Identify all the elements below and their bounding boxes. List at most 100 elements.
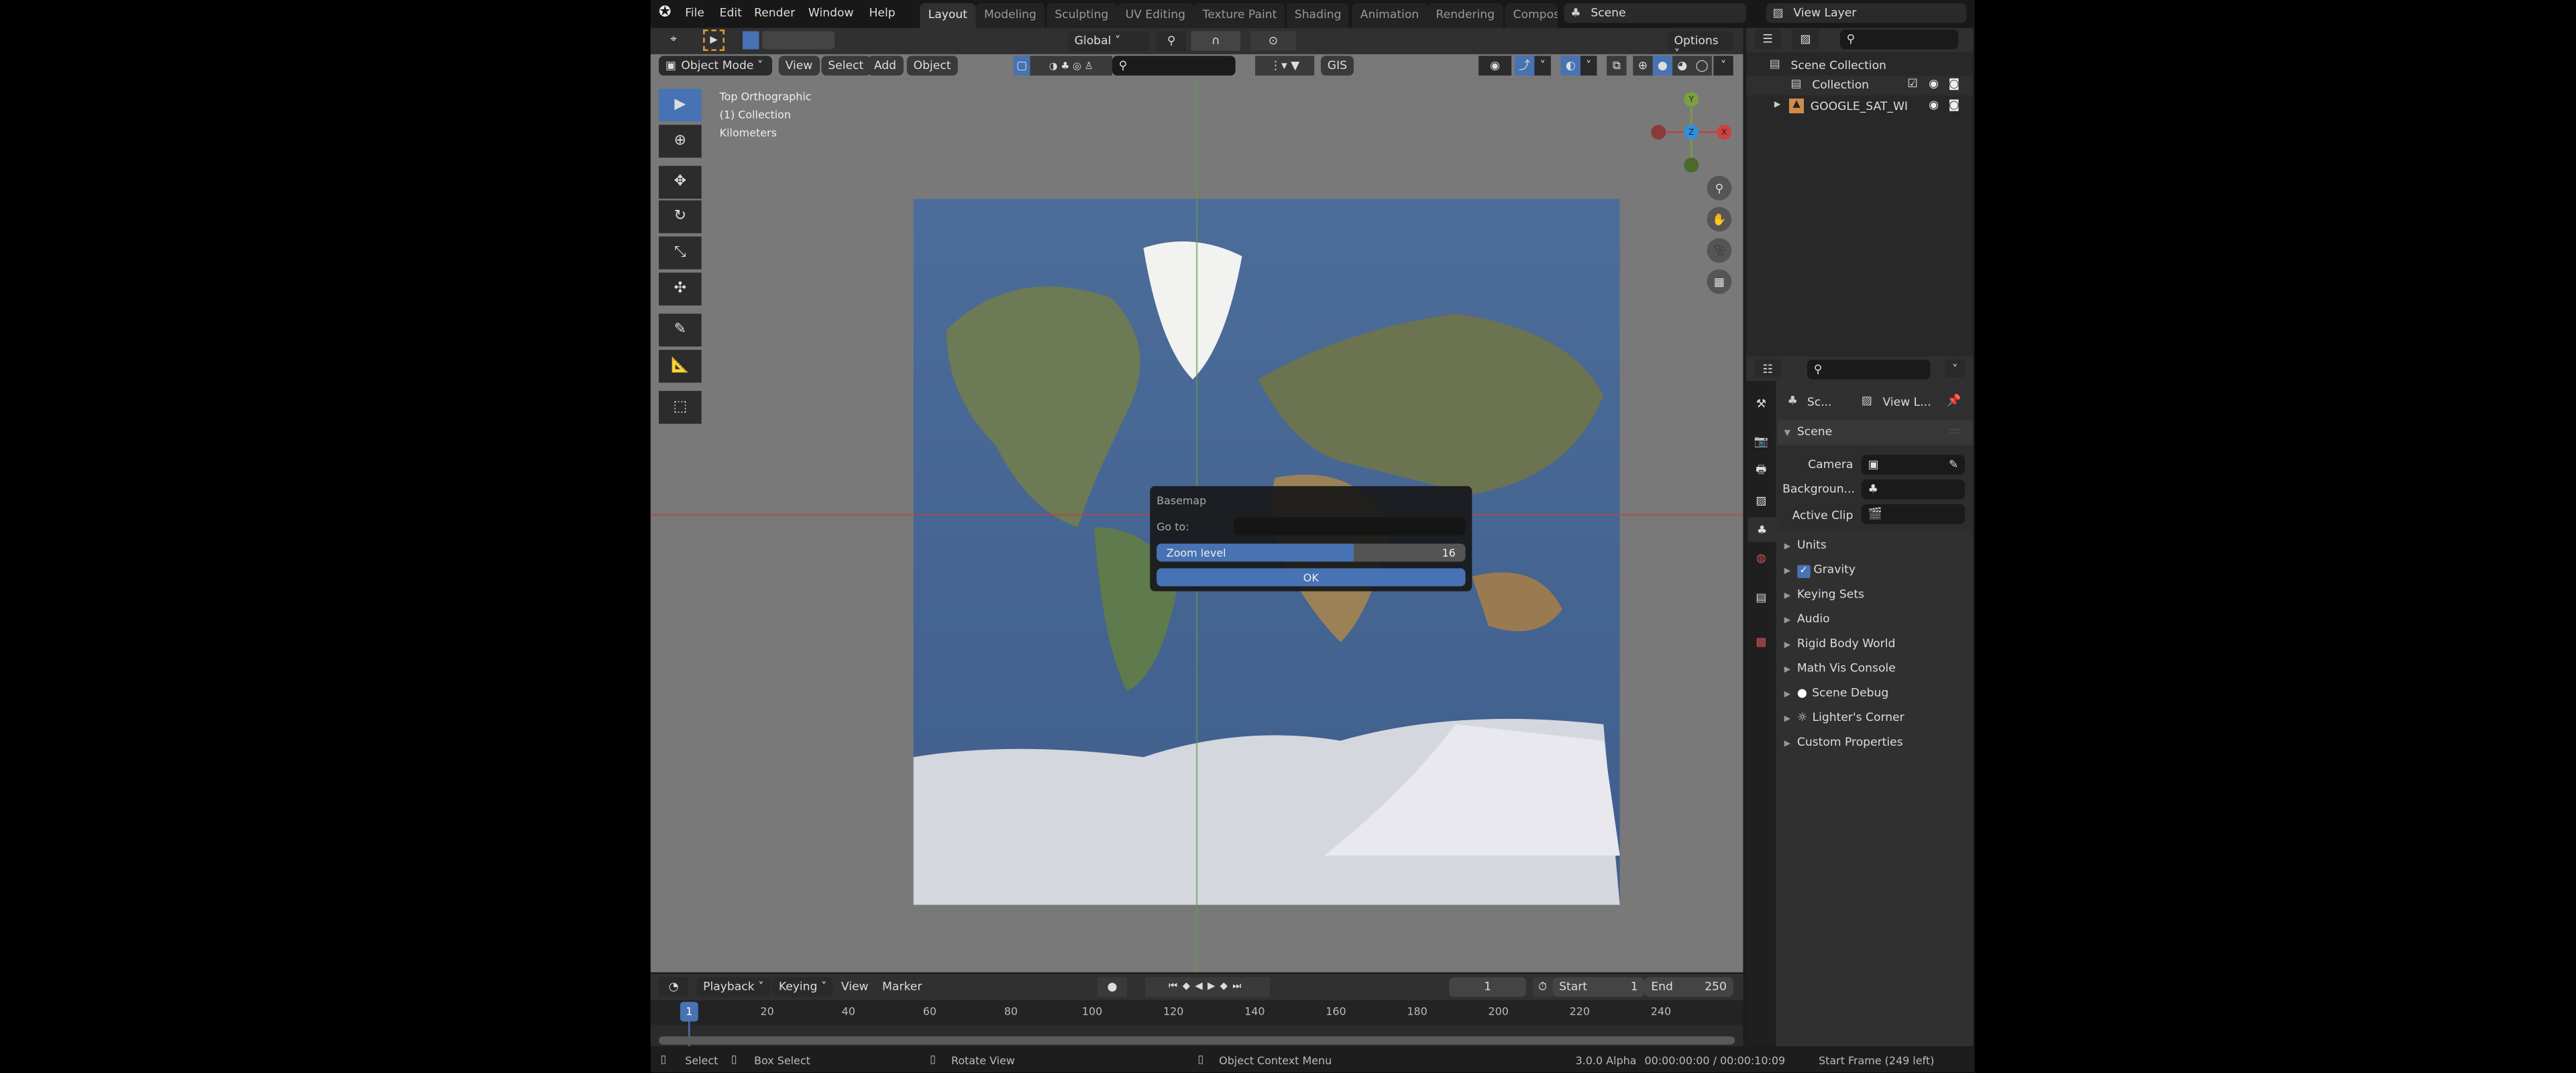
active-clip-field[interactable]: 🎬: [1861, 504, 1966, 524]
viewport-menu-select[interactable]: Select: [821, 56, 871, 76]
eye-icon[interactable]: ◉: [1929, 99, 1939, 112]
pan-view-icon[interactable]: ✋: [1707, 207, 1732, 232]
section-units[interactable]: ▶ Units: [1784, 539, 1827, 552]
section-gravity[interactable]: ▶ ✓ Gravity: [1784, 563, 1856, 579]
proportional-edit-icon[interactable]: ⊙: [1250, 31, 1297, 51]
timeline-menu-marker[interactable]: Marker: [882, 980, 922, 994]
timeline-scrollbar[interactable]: [659, 1036, 1735, 1045]
visibility-selectable-icon[interactable]: ▢: [1014, 56, 1030, 76]
viewport-menu-object[interactable]: Object: [906, 56, 958, 76]
display-mode-icon[interactable]: ▨: [1792, 30, 1819, 50]
annotate-tool[interactable]: ✎: [659, 313, 702, 347]
gizmo-toggle-icon[interactable]: ⤴: [1514, 56, 1535, 76]
playback-menu[interactable]: Playback ˅: [696, 977, 771, 997]
rendered-shading-icon[interactable]: ◯: [1692, 56, 1712, 76]
background-scene-field[interactable]: ♣: [1861, 479, 1966, 500]
mode-dropdown[interactable]: ▣ Object Mode ˅: [659, 56, 773, 76]
eye-icon[interactable]: ◉: [1929, 77, 1939, 91]
overlay-toggle-icon[interactable]: ◐: [1560, 56, 1580, 76]
solid-shading-icon[interactable]: ●: [1652, 56, 1673, 76]
menu-edit[interactable]: Edit: [720, 7, 742, 20]
transform-tool[interactable]: ✣: [659, 272, 702, 306]
outliner-search-input[interactable]: ⚲: [1839, 30, 1959, 50]
tab-uv-editing[interactable]: UV Editing: [1117, 3, 1194, 28]
ok-button[interactable]: OK: [1157, 568, 1466, 587]
keying-menu[interactable]: Keying ˅: [772, 977, 834, 997]
tab-animation[interactable]: Animation: [1352, 3, 1428, 28]
camera-render-icon[interactable]: ◙: [1949, 99, 1960, 112]
zoom-view-icon[interactable]: ⚲: [1707, 176, 1732, 201]
cursor-tool[interactable]: ⊕: [659, 125, 702, 158]
tab-shading[interactable]: Shading: [1286, 3, 1350, 28]
properties-options-icon[interactable]: ˅: [1945, 359, 1966, 378]
view-layer-selector[interactable]: ▨ View Layer: [1766, 3, 1967, 23]
world-tab-icon[interactable]: ◍: [1750, 547, 1772, 570]
move-tool[interactable]: ✥: [659, 166, 702, 199]
tab-rendering[interactable]: Rendering: [1428, 3, 1503, 28]
gis-menu[interactable]: GIS: [1320, 56, 1354, 76]
rotate-tool[interactable]: ↻: [659, 200, 702, 233]
gizmo-neg-x[interactable]: [1651, 125, 1666, 140]
exclude-checkbox-icon[interactable]: ☑: [1907, 77, 1917, 91]
section-rigid-body-world[interactable]: ▶ Rigid Body World: [1784, 637, 1896, 651]
gizmo-neg-y[interactable]: [1684, 158, 1699, 173]
drag-handle-icon[interactable]: ::::: [1949, 427, 1960, 437]
blender-logo-icon[interactable]: ✪: [659, 5, 671, 21]
viewport-search-input[interactable]: ⚲: [1112, 56, 1236, 76]
viewport-menu-view[interactable]: View: [778, 56, 820, 76]
ortho-toggle-icon[interactable]: ▦: [1707, 269, 1732, 294]
select-box-tool[interactable]: ▶: [659, 89, 702, 122]
scene-tab-icon[interactable]: ♣: [1748, 517, 1776, 543]
snap-icon[interactable]: ∩: [1191, 31, 1240, 51]
playhead[interactable]: 1: [680, 1001, 698, 1022]
tab-compositing[interactable]: Compos: [1505, 3, 1558, 28]
section-lighters-corner[interactable]: ▶ ☼ Lighter's Corner: [1784, 711, 1904, 724]
tool-tab-icon[interactable]: ⚒: [1750, 392, 1772, 415]
gizmo-z[interactable]: Z: [1684, 125, 1699, 140]
gizmo-dropdown-icon[interactable]: ˅: [1534, 56, 1551, 76]
scene-selector[interactable]: ♣ Scene: [1564, 3, 1747, 23]
outliner-row-collection[interactable]: ▤ Collection ☑ ◉ ◙: [1746, 75, 1974, 96]
tab-modeling[interactable]: Modeling: [975, 3, 1045, 28]
section-keying-sets[interactable]: ▶ Keying Sets: [1784, 588, 1864, 602]
properties-editor-type-icon[interactable]: ☷: [1754, 359, 1781, 378]
pin-icon[interactable]: 📌: [1947, 394, 1961, 408]
auto-keying-icon[interactable]: ●: [1097, 977, 1128, 997]
view-layer-tab-icon[interactable]: ▨: [1750, 490, 1772, 512]
xray-icon[interactable]: ⧉: [1607, 56, 1627, 76]
gizmo-x[interactable]: X: [1717, 125, 1732, 140]
select-mode-new-icon[interactable]: [742, 31, 759, 50]
outliner-row-google-sat[interactable]: ▶ ▲ GOOGLE_SAT_WI ◉ ◙: [1746, 97, 1973, 116]
section-audio[interactable]: ▶ Audio: [1784, 612, 1830, 626]
menu-render[interactable]: Render: [754, 7, 795, 20]
current-frame-field[interactable]: 1: [1449, 977, 1527, 997]
shading-dropdown-icon[interactable]: ˅: [1713, 56, 1733, 76]
select-mode-icons[interactable]: [762, 31, 835, 50]
scale-tool[interactable]: ⤡: [659, 236, 702, 270]
output-tab-icon[interactable]: 🖶: [1750, 460, 1772, 483]
pivot-icon[interactable]: ⚲: [1157, 31, 1187, 51]
start-frame-field[interactable]: Start 1: [1552, 977, 1645, 997]
expand-arrow-icon[interactable]: ▶: [1774, 100, 1780, 110]
object-gizmo-icon[interactable]: ◉: [1479, 56, 1512, 76]
outliner-editor-type-icon[interactable]: ☰: [1754, 30, 1781, 50]
scene-panel-header[interactable]: ▼ Scene ::::: [1777, 420, 1974, 445]
properties-search-input[interactable]: ⚲: [1807, 359, 1931, 380]
goto-input[interactable]: [1234, 517, 1466, 536]
stopwatch-icon[interactable]: ⏱: [1532, 977, 1553, 997]
section-math-vis-console[interactable]: ▶ Math Vis Console: [1784, 662, 1896, 675]
camera-field[interactable]: ▣ ✎: [1861, 455, 1966, 475]
visibility-filter-icons[interactable]: ◑ ♣ ◎ ♙: [1030, 56, 1112, 76]
timeline-editor-type-icon[interactable]: ◔: [659, 977, 689, 997]
section-custom-properties[interactable]: ▶ Custom Properties: [1784, 736, 1903, 749]
outliner-row-scene-collection[interactable]: ▤ Scene Collection: [1746, 56, 1973, 74]
render-tab-icon[interactable]: 📷: [1750, 431, 1772, 453]
menu-window[interactable]: Window: [808, 7, 854, 20]
eyedropper-icon[interactable]: ✎: [1949, 458, 1958, 471]
measure-tool[interactable]: 📐: [659, 349, 702, 383]
tab-texture-paint[interactable]: Texture Paint: [1194, 3, 1285, 28]
camera-view-icon[interactable]: 🎥: [1707, 238, 1732, 263]
wireframe-shading-icon[interactable]: ⊕: [1633, 56, 1653, 76]
overlay-dropdown-icon[interactable]: ˅: [1580, 56, 1597, 76]
zoom-level-slider[interactable]: Zoom level 16: [1157, 543, 1466, 562]
